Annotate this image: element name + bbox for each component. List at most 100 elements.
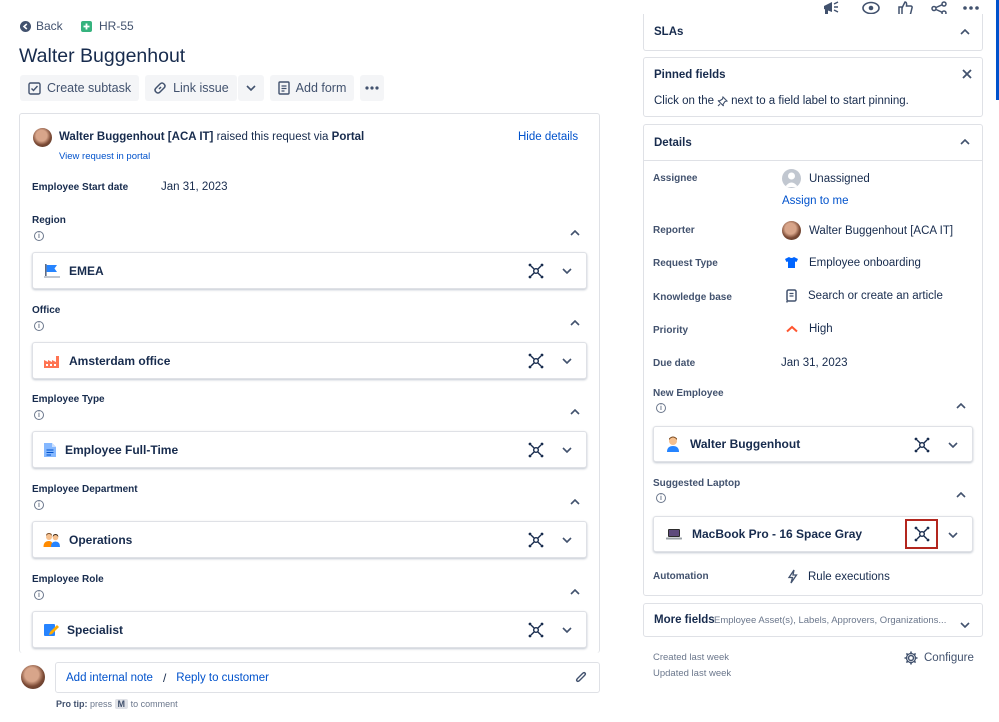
office-card[interactable]: Amsterdam office: [32, 342, 587, 379]
knowledge-base-value[interactable]: Search or create an article: [808, 290, 943, 302]
chevron-up-icon[interactable]: [570, 494, 580, 508]
chevron-down-icon[interactable]: [960, 617, 970, 631]
reporter-value[interactable]: Walter Buggenhout [ACA IT]: [809, 225, 953, 237]
object-graph-icon[interactable]: [905, 519, 938, 549]
document-icon: [43, 442, 57, 458]
reporter-name[interactable]: Walter Buggenhout [ACA IT]: [59, 131, 213, 143]
object-graph-icon[interactable]: [528, 622, 544, 638]
region-value: EMEA: [69, 263, 104, 278]
employee-department-card[interactable]: Operations: [32, 521, 587, 558]
create-subtask-button[interactable]: Create subtask: [20, 75, 140, 101]
info-icon: i: [656, 493, 666, 503]
current-user-avatar: [21, 665, 45, 689]
tshirt-icon: [784, 256, 799, 269]
chevron-up-icon[interactable]: [960, 29, 970, 35]
gear-icon: [904, 651, 918, 665]
info-icon: i: [34, 321, 44, 331]
chevron-down-icon[interactable]: [562, 447, 572, 453]
hide-details-link[interactable]: Hide details: [518, 131, 578, 143]
close-icon[interactable]: [962, 68, 972, 82]
employee-role-label: Employee Role: [32, 574, 104, 585]
chevron-down-icon[interactable]: [562, 358, 572, 364]
back-arrow-icon: [20, 20, 31, 32]
employee-role-card[interactable]: Specialist: [32, 611, 587, 648]
back-link[interactable]: Back: [20, 19, 63, 33]
object-graph-icon[interactable]: [528, 353, 544, 369]
flag-icon: [43, 263, 61, 279]
request-type-label: Request Type: [653, 258, 718, 269]
chevron-up-icon[interactable]: [570, 225, 580, 239]
object-graph-icon[interactable]: [914, 437, 930, 453]
link-icon: [154, 82, 166, 94]
details-title: Details: [654, 137, 692, 149]
more-fields-panel[interactable]: More fields Employee Asset(s), Labels, A…: [643, 603, 983, 637]
protip-suffix: to comment: [130, 699, 178, 709]
knowledge-base-icon: [786, 289, 797, 303]
more-actions-button[interactable]: [360, 75, 385, 101]
suggested-laptop-label: Suggested Laptop: [653, 478, 741, 489]
configure-label: Configure: [924, 652, 974, 664]
priority-high-icon: [786, 325, 798, 333]
object-graph-icon[interactable]: [528, 532, 544, 548]
link-issue-label: Link issue: [173, 81, 229, 95]
region-label: Region: [32, 215, 66, 226]
add-internal-note-link[interactable]: Add internal note: [66, 672, 153, 684]
configure-button[interactable]: Configure: [904, 651, 974, 665]
protip-prefix: Pro tip:: [56, 699, 88, 709]
chevron-up-icon[interactable]: [570, 315, 580, 329]
office-value: Amsterdam office: [69, 353, 171, 368]
start-date-value[interactable]: Jan 31, 2023: [161, 181, 228, 193]
issue-key-breadcrumb[interactable]: HR-55: [81, 19, 134, 33]
page-title[interactable]: Walter Buggenhout: [19, 45, 185, 68]
chevron-up-icon[interactable]: [960, 139, 970, 145]
link-issue-dropdown-button[interactable]: [237, 75, 264, 101]
employee-type-card[interactable]: Employee Full-Time: [32, 431, 587, 468]
chevron-down-icon[interactable]: [948, 532, 958, 538]
protip-press: press: [90, 699, 113, 709]
back-label: Back: [36, 19, 63, 33]
comment-box[interactable]: Add internal note / Reply to customer: [55, 662, 600, 693]
object-graph-icon[interactable]: [528, 263, 544, 279]
object-graph-icon[interactable]: [528, 442, 544, 458]
chevron-down-icon[interactable]: [562, 537, 572, 543]
priority-value[interactable]: High: [809, 323, 833, 335]
due-date-value[interactable]: Jan 31, 2023: [781, 357, 848, 369]
new-employee-card[interactable]: Walter Buggenhout: [653, 426, 973, 462]
automation-label: Automation: [653, 571, 709, 582]
slas-title: SLAs: [654, 26, 684, 38]
ellipsis-icon: [365, 86, 379, 90]
chevron-down-icon[interactable]: [562, 268, 572, 274]
reporter-label: Reporter: [653, 225, 695, 236]
region-card[interactable]: EMEA: [32, 252, 587, 289]
subtask-icon: [28, 81, 41, 95]
paperclip-icon[interactable]: [574, 670, 587, 685]
pinned-text-a: Click on the: [654, 95, 715, 107]
laptop-icon: [666, 528, 682, 541]
reporter-avatar-small: [782, 221, 801, 240]
chevron-up-icon[interactable]: [956, 487, 966, 501]
chevron-down-icon[interactable]: [562, 627, 572, 633]
view-request-link[interactable]: View request in portal: [59, 151, 150, 162]
reporter-avatar[interactable]: [33, 128, 52, 147]
chevron-down-icon[interactable]: [948, 442, 958, 448]
link-issue-button[interactable]: Link issue: [145, 75, 237, 101]
more-fields-title: More fields: [654, 614, 715, 626]
suggested-laptop-card[interactable]: MacBook Pro - 16 Space Gray: [653, 516, 973, 552]
chevron-up-icon[interactable]: [570, 584, 580, 598]
info-icon: i: [656, 403, 666, 413]
automation-value[interactable]: Rule executions: [808, 571, 890, 583]
more-options-icon[interactable]: [963, 6, 979, 10]
chevron-up-icon[interactable]: [570, 404, 580, 418]
lightning-icon: [787, 569, 798, 584]
watch-eye-icon[interactable]: [862, 1, 880, 15]
suggested-laptop-value: MacBook Pro - 16 Space Gray: [692, 527, 863, 541]
add-form-button[interactable]: Add form: [269, 75, 355, 101]
chevron-up-icon[interactable]: [956, 398, 966, 412]
assignee-label: Assignee: [653, 173, 698, 184]
updated-text: Updated last week: [653, 668, 732, 679]
request-type-value[interactable]: Employee onboarding: [809, 257, 921, 269]
assignee-value[interactable]: Unassigned: [809, 173, 870, 185]
assign-to-me-link[interactable]: Assign to me: [782, 195, 848, 207]
slas-panel[interactable]: SLAs: [643, 14, 983, 51]
reply-to-customer-link[interactable]: Reply to customer: [176, 672, 269, 684]
